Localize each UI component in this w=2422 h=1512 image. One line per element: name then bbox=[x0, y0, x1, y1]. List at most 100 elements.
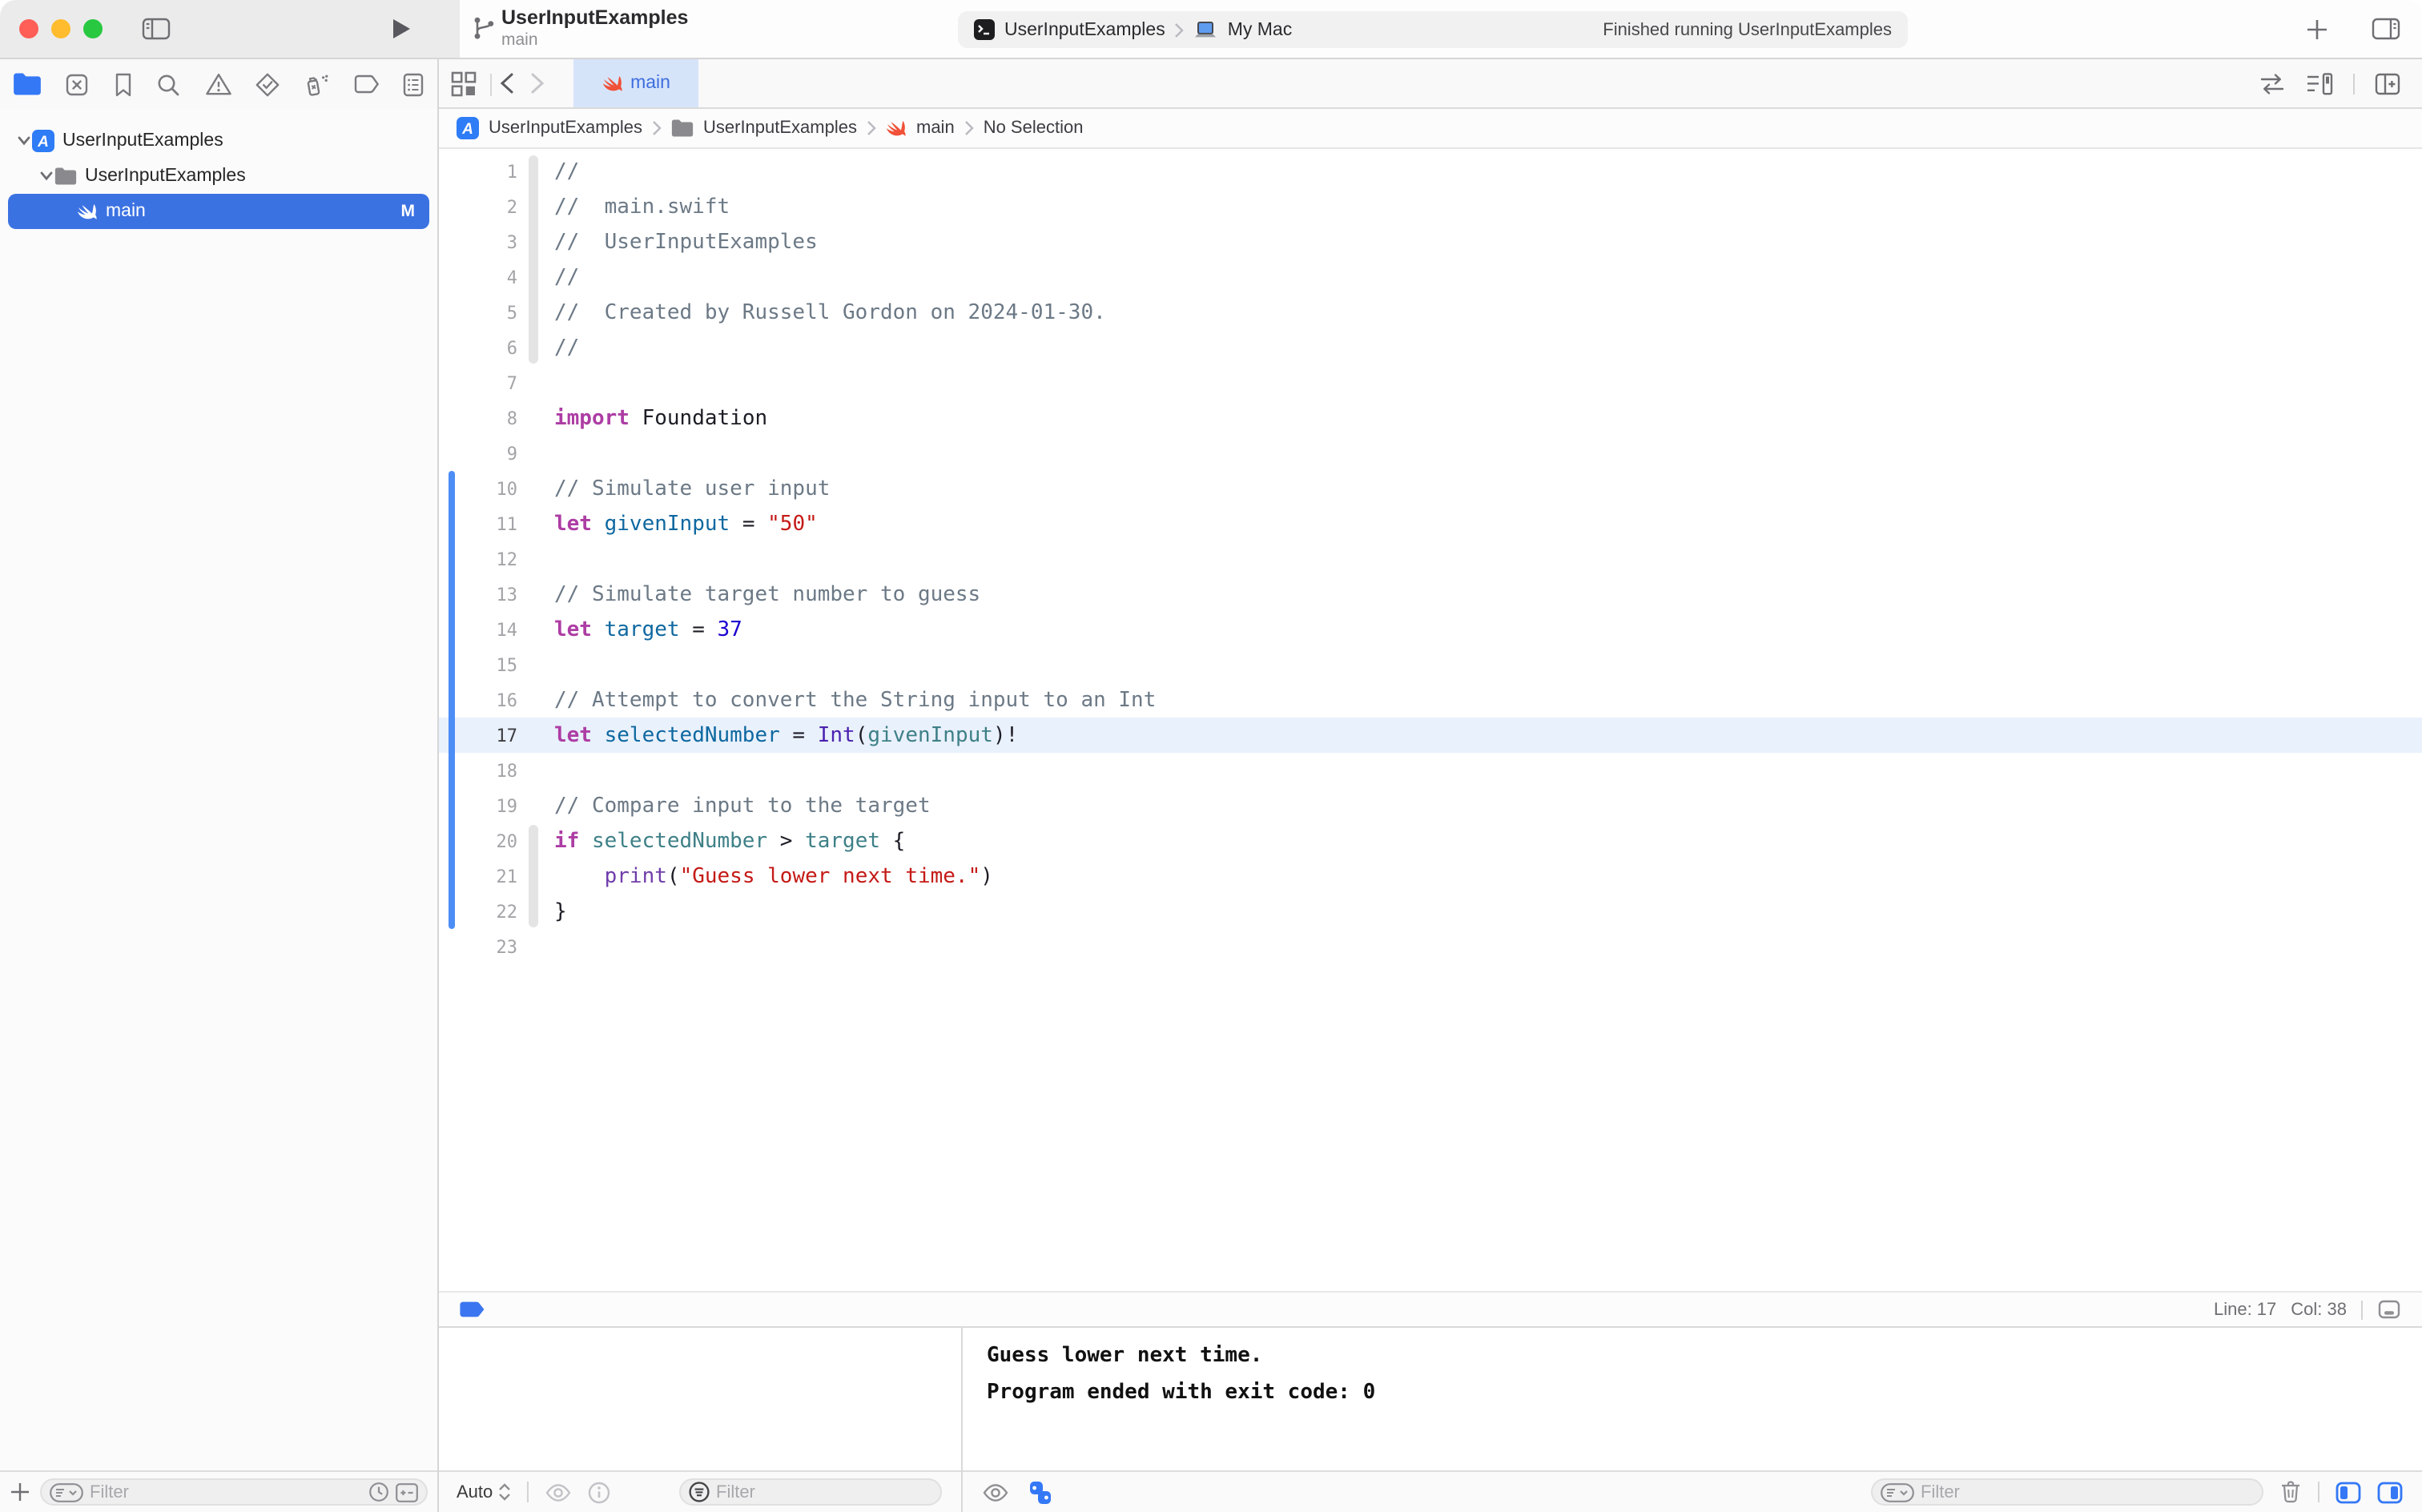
code-line[interactable]: 11let givenInput = "50" bbox=[439, 506, 2422, 541]
line-number[interactable]: 1 bbox=[439, 161, 517, 182]
code-review-icon[interactable] bbox=[2259, 71, 2286, 95]
line-number[interactable]: 9 bbox=[439, 443, 517, 464]
variables-filter-field[interactable] bbox=[679, 1478, 942, 1506]
filter-icon bbox=[50, 1482, 83, 1502]
code-line[interactable]: 18 bbox=[439, 753, 2422, 788]
editor-bottom-bar-toggle-icon[interactable] bbox=[2377, 1299, 2401, 1320]
code-line[interactable]: 22} bbox=[439, 894, 2422, 929]
project-navigator-navigator-icon[interactable] bbox=[13, 72, 42, 96]
navigator-row-main[interactable]: mainM bbox=[8, 194, 429, 229]
line-number[interactable]: 23 bbox=[439, 936, 517, 957]
navigator-filter-input[interactable] bbox=[90, 1482, 362, 1502]
variables-quicklook-icon[interactable] bbox=[544, 1482, 571, 1502]
jump-bar-item[interactable]: UserInputExamples bbox=[703, 119, 857, 138]
change-marker-icon[interactable] bbox=[460, 1301, 485, 1318]
line-number[interactable]: 5 bbox=[439, 302, 517, 323]
source-control-navigator-icon[interactable] bbox=[65, 71, 91, 97]
fold-ribbon[interactable] bbox=[529, 155, 538, 364]
minimize-window-button[interactable] bbox=[51, 19, 70, 38]
debug-navigator-icon[interactable] bbox=[304, 71, 331, 97]
source-editor[interactable]: 1//2// main.swift3// UserInputExamples4/… bbox=[439, 149, 2422, 1291]
console-quicklook-icon[interactable] bbox=[982, 1482, 1009, 1502]
source-control-status-icon[interactable] bbox=[396, 1482, 418, 1502]
console-mode-icon[interactable] bbox=[1028, 1479, 1052, 1505]
close-window-button[interactable] bbox=[19, 19, 38, 38]
xcode-window: UserInputExamples main UserInputExamples… bbox=[0, 0, 2422, 1512]
disclosure-chevron-icon[interactable] bbox=[37, 171, 54, 181]
navigator-filter-field[interactable] bbox=[40, 1478, 428, 1506]
line-number[interactable]: 7 bbox=[439, 372, 517, 393]
code-line[interactable]: 2// main.swift bbox=[439, 189, 2422, 224]
add-editor-icon[interactable] bbox=[2374, 71, 2401, 95]
adjust-editor-options-icon[interactable] bbox=[2305, 71, 2334, 95]
issues-navigator-icon[interactable] bbox=[204, 72, 231, 96]
tab-main[interactable]: main bbox=[573, 59, 698, 107]
jump-bar-item[interactable]: main bbox=[916, 119, 955, 138]
code-text: // Simulate target number to guess bbox=[554, 582, 980, 606]
variables-view[interactable] bbox=[439, 1328, 961, 1470]
code-line[interactable]: 9 bbox=[439, 436, 2422, 471]
add-file-button[interactable] bbox=[10, 1482, 30, 1502]
source-control-change-bar bbox=[449, 471, 455, 929]
clear-console-icon[interactable] bbox=[2279, 1480, 2302, 1504]
code-line[interactable]: 8import Foundation bbox=[439, 400, 2422, 436]
code-line[interactable]: 20if selectedNumber > target { bbox=[439, 823, 2422, 859]
console-filter-input[interactable] bbox=[1921, 1482, 2254, 1502]
breakpoints-navigator-icon[interactable] bbox=[353, 74, 379, 94]
show-variables-view-icon[interactable] bbox=[2336, 1481, 2361, 1503]
code-line[interactable]: 14let target = 37 bbox=[439, 612, 2422, 647]
code-line[interactable]: 5// Created by Russell Gordon on 2024-01… bbox=[439, 295, 2422, 330]
go-back-button[interactable] bbox=[498, 70, 516, 96]
variables-scope-dropdown[interactable]: Auto bbox=[457, 1482, 510, 1502]
code-line[interactable]: 7 bbox=[439, 365, 2422, 400]
fold-ribbon[interactable] bbox=[529, 825, 538, 927]
zoom-window-button[interactable] bbox=[83, 19, 103, 38]
line-number[interactable]: 4 bbox=[439, 267, 517, 288]
activity-view[interactable]: UserInputExamples My Mac Finished runnin… bbox=[958, 11, 1908, 48]
reports-navigator-icon[interactable] bbox=[402, 71, 424, 97]
code-line[interactable]: 19// Compare input to the target bbox=[439, 788, 2422, 823]
recent-files-icon[interactable] bbox=[368, 1482, 389, 1502]
code-line[interactable]: 1// bbox=[439, 154, 2422, 189]
code-line[interactable]: 3// UserInputExamples bbox=[439, 224, 2422, 259]
line-number[interactable]: 3 bbox=[439, 231, 517, 252]
bookmarks-navigator-icon[interactable] bbox=[114, 71, 133, 97]
run-button[interactable] bbox=[391, 18, 412, 40]
library-add-button[interactable] bbox=[2305, 17, 2329, 41]
navigator-bar bbox=[0, 59, 437, 109]
chevron-separator-icon bbox=[652, 120, 662, 136]
code-line[interactable]: 10// Simulate user input bbox=[439, 471, 2422, 506]
jump-bar-item[interactable]: No Selection bbox=[984, 119, 1084, 138]
navigator-divider[interactable] bbox=[437, 59, 439, 1512]
show-console-view-icon[interactable] bbox=[2377, 1481, 2403, 1503]
toggle-inspector-icon[interactable] bbox=[2371, 16, 2401, 42]
navigator-row-userinputexamples[interactable]: UserInputExamples bbox=[8, 159, 429, 194]
console-divider[interactable] bbox=[961, 1328, 963, 1512]
code-line[interactable]: 6// bbox=[439, 330, 2422, 365]
tests-navigator-icon[interactable] bbox=[255, 71, 280, 97]
code-line[interactable]: 13// Simulate target number to guess bbox=[439, 577, 2422, 612]
code-line[interactable]: 16// Attempt to convert the String input… bbox=[439, 682, 2422, 718]
line-number[interactable]: 2 bbox=[439, 196, 517, 217]
navigator-row-userinputexamples[interactable]: AUserInputExamples bbox=[8, 123, 429, 159]
console-filter-field[interactable] bbox=[1871, 1478, 2263, 1506]
variables-info-icon[interactable] bbox=[587, 1481, 610, 1503]
console-output[interactable]: Guess lower next time.Program ended with… bbox=[963, 1328, 2422, 1470]
related-items-icon[interactable] bbox=[450, 70, 477, 98]
code-line[interactable]: 4// bbox=[439, 259, 2422, 295]
go-forward-button[interactable] bbox=[529, 70, 546, 96]
disclosure-chevron-icon[interactable] bbox=[14, 136, 32, 146]
jump-bar-item[interactable]: UserInputExamples bbox=[489, 119, 642, 138]
line-number[interactable]: 8 bbox=[439, 408, 517, 428]
code-line[interactable]: 23 bbox=[439, 929, 2422, 964]
run-destination: My Mac bbox=[1228, 20, 1293, 39]
code-line[interactable]: 17let selectedNumber = Int(givenInput)! bbox=[439, 718, 2422, 753]
line-number[interactable]: 6 bbox=[439, 337, 517, 358]
code-text: // Attempt to convert the String input t… bbox=[554, 688, 1156, 712]
code-line[interactable]: 15 bbox=[439, 647, 2422, 682]
code-line[interactable]: 12 bbox=[439, 541, 2422, 577]
find-navigator-icon[interactable] bbox=[155, 71, 181, 97]
code-line[interactable]: 21 print("Guess lower next time.") bbox=[439, 859, 2422, 894]
toggle-navigator-icon[interactable] bbox=[141, 16, 171, 42]
variables-filter-input[interactable] bbox=[716, 1482, 932, 1502]
